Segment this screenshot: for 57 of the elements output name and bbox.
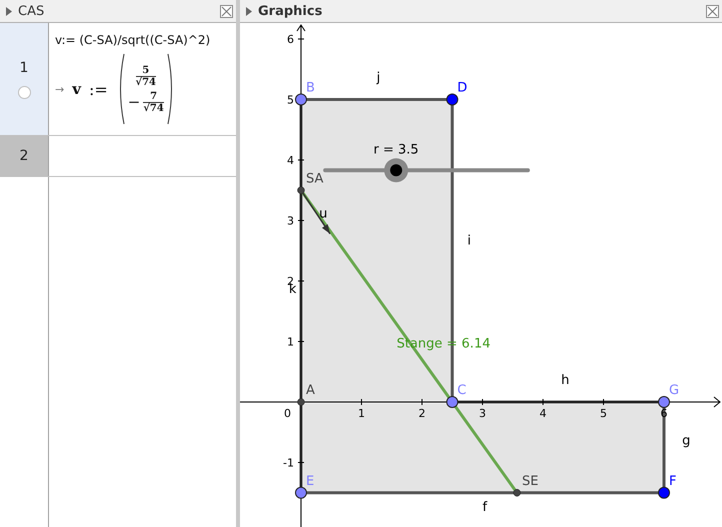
tick-label: 3	[479, 407, 486, 420]
point-label: F	[669, 474, 676, 489]
point-marker[interactable]	[297, 186, 305, 194]
point-marker[interactable]	[295, 94, 307, 106]
row-number[interactable]: 1	[0, 23, 49, 135]
tick-label: 6	[287, 33, 294, 46]
point-label: B	[306, 80, 315, 96]
slider-thumb[interactable]	[384, 158, 408, 182]
segment-label: f	[482, 500, 488, 515]
tick-label: 4	[287, 154, 294, 167]
variable-name: v	[72, 80, 81, 98]
collapse-triangle-icon[interactable]	[6, 6, 12, 16]
row-number[interactable]: 2	[0, 136, 49, 176]
numerator: 5	[142, 64, 150, 76]
result-arrow: →	[55, 82, 64, 96]
close-icon[interactable]	[220, 4, 233, 18]
tick-label: 2	[418, 407, 426, 420]
tick-label: 4	[540, 407, 546, 420]
point-marker[interactable]	[297, 398, 305, 406]
tick-label: -1	[283, 456, 294, 470]
denominator: √74	[136, 76, 156, 88]
slider[interactable]	[323, 158, 530, 182]
point-label: C	[457, 383, 466, 398]
segment-label: g	[682, 433, 690, 448]
point-label: A	[306, 383, 315, 398]
point-marker[interactable]	[658, 486, 670, 499]
minus-sign: −	[128, 93, 140, 111]
segment-label: i	[467, 234, 471, 249]
cas-input[interactable]: v:= (C-SA)/sqrt((C-SA)^2)	[55, 33, 230, 47]
slider-label: r = 3.5	[374, 142, 419, 158]
close-icon[interactable]	[706, 4, 719, 18]
assign-symbol: :=	[88, 80, 108, 98]
vector-label: u	[319, 206, 328, 222]
collapse-triangle-icon[interactable]	[246, 6, 252, 16]
point-label: G	[669, 383, 680, 398]
tick-label: 1	[358, 407, 365, 420]
tick-label: 1	[287, 336, 294, 348]
point-marker[interactable]	[513, 489, 521, 496]
point-label: SE	[522, 474, 538, 489]
tick-label: 0	[284, 407, 291, 420]
tick-label: 5	[600, 407, 607, 420]
tick-label: 3	[287, 214, 294, 228]
point-marker[interactable]	[658, 396, 670, 408]
point-label: D	[457, 80, 468, 96]
segment-label: j	[376, 70, 380, 86]
denominator: √74	[143, 102, 164, 114]
panel-title: Graphics	[258, 4, 324, 18]
point-marker[interactable]	[295, 486, 307, 499]
point-marker[interactable]	[446, 396, 458, 408]
point-marker[interactable]	[446, 94, 458, 106]
panel-title: CAS	[18, 4, 46, 18]
numerator: 7	[150, 90, 158, 102]
point-label: E	[306, 474, 314, 489]
visibility-toggle[interactable]	[18, 86, 30, 98]
segment-label: h	[561, 372, 570, 388]
point-label: SA	[306, 171, 324, 186]
tick-label: 5	[287, 94, 294, 106]
